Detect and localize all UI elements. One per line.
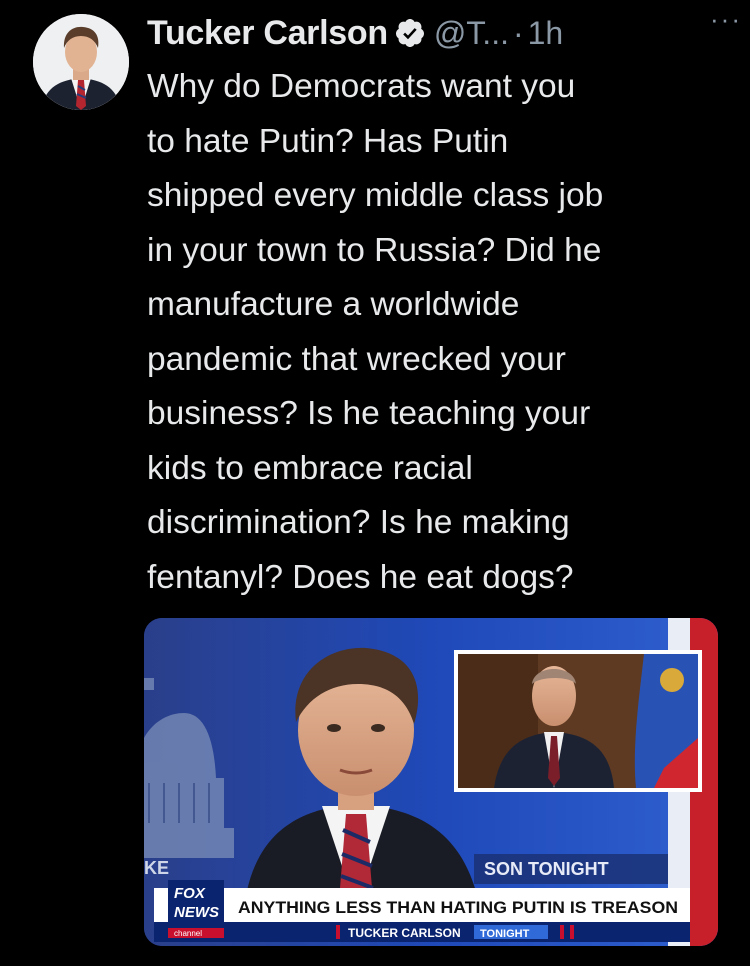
tweet-text-line: fentanyl? Does he eat dogs? bbox=[147, 558, 574, 596]
tweet-text-line: to hate Putin? Has Putin bbox=[147, 122, 509, 160]
inset-video bbox=[454, 650, 702, 792]
avatar-image bbox=[33, 14, 129, 110]
tweet-text-line: discrimination? Is he making bbox=[147, 504, 570, 541]
tweet-text-line: kids to embrace racial bbox=[147, 449, 473, 487]
background-sign: SON TONIGHT bbox=[484, 859, 609, 879]
tweet-text: Why do Democrats want you to hate Putin?… bbox=[147, 60, 727, 605]
tweet[interactable]: Tucker Carlson @T... · 1h ··· Why do Dem… bbox=[0, 0, 750, 966]
tv-screenshot: KE SON TONIGHT FOX NEWS channel ANYTHING… bbox=[144, 618, 718, 946]
tweet-text-line: business? Is he teaching your bbox=[147, 395, 591, 432]
author-handle[interactable]: @T... bbox=[434, 15, 509, 52]
chyron-show-tag: TONIGHT bbox=[480, 928, 530, 940]
fox-logo-line3: channel bbox=[174, 929, 202, 938]
chyron: FOX NEWS channel ANYTHING LESS THAN HATI… bbox=[154, 880, 690, 942]
chyron-headline: ANYTHING LESS THAN HATING PUTIN IS TREAS… bbox=[238, 898, 678, 917]
timestamp[interactable]: 1h bbox=[528, 15, 564, 52]
chyron-show-name: TUCKER CARLSON bbox=[348, 926, 461, 940]
avatar[interactable] bbox=[33, 14, 129, 110]
tweet-text-line: manufacture a worldwide bbox=[147, 286, 520, 323]
tweet-header: Tucker Carlson @T... · 1h bbox=[147, 8, 730, 58]
more-options-icon[interactable]: ··· bbox=[710, 4, 742, 35]
background-sign-left: KE bbox=[144, 858, 169, 878]
tweet-text-line: Why do Democrats want you bbox=[147, 68, 576, 105]
separator-dot: · bbox=[512, 14, 524, 51]
author-name[interactable]: Tucker Carlson bbox=[147, 14, 388, 53]
verified-badge-icon bbox=[394, 17, 426, 49]
fox-logo-line1: FOX bbox=[174, 885, 206, 902]
tweet-text-line: shipped every middle class job bbox=[147, 177, 604, 214]
tweet-media[interactable]: KE SON TONIGHT FOX NEWS channel ANYTHING… bbox=[144, 618, 718, 946]
fox-logo-line2: NEWS bbox=[174, 904, 219, 921]
tweet-text-line: pandemic that wrecked your bbox=[147, 340, 566, 378]
tweet-text-line: in your town to Russia? Did he bbox=[147, 231, 602, 269]
